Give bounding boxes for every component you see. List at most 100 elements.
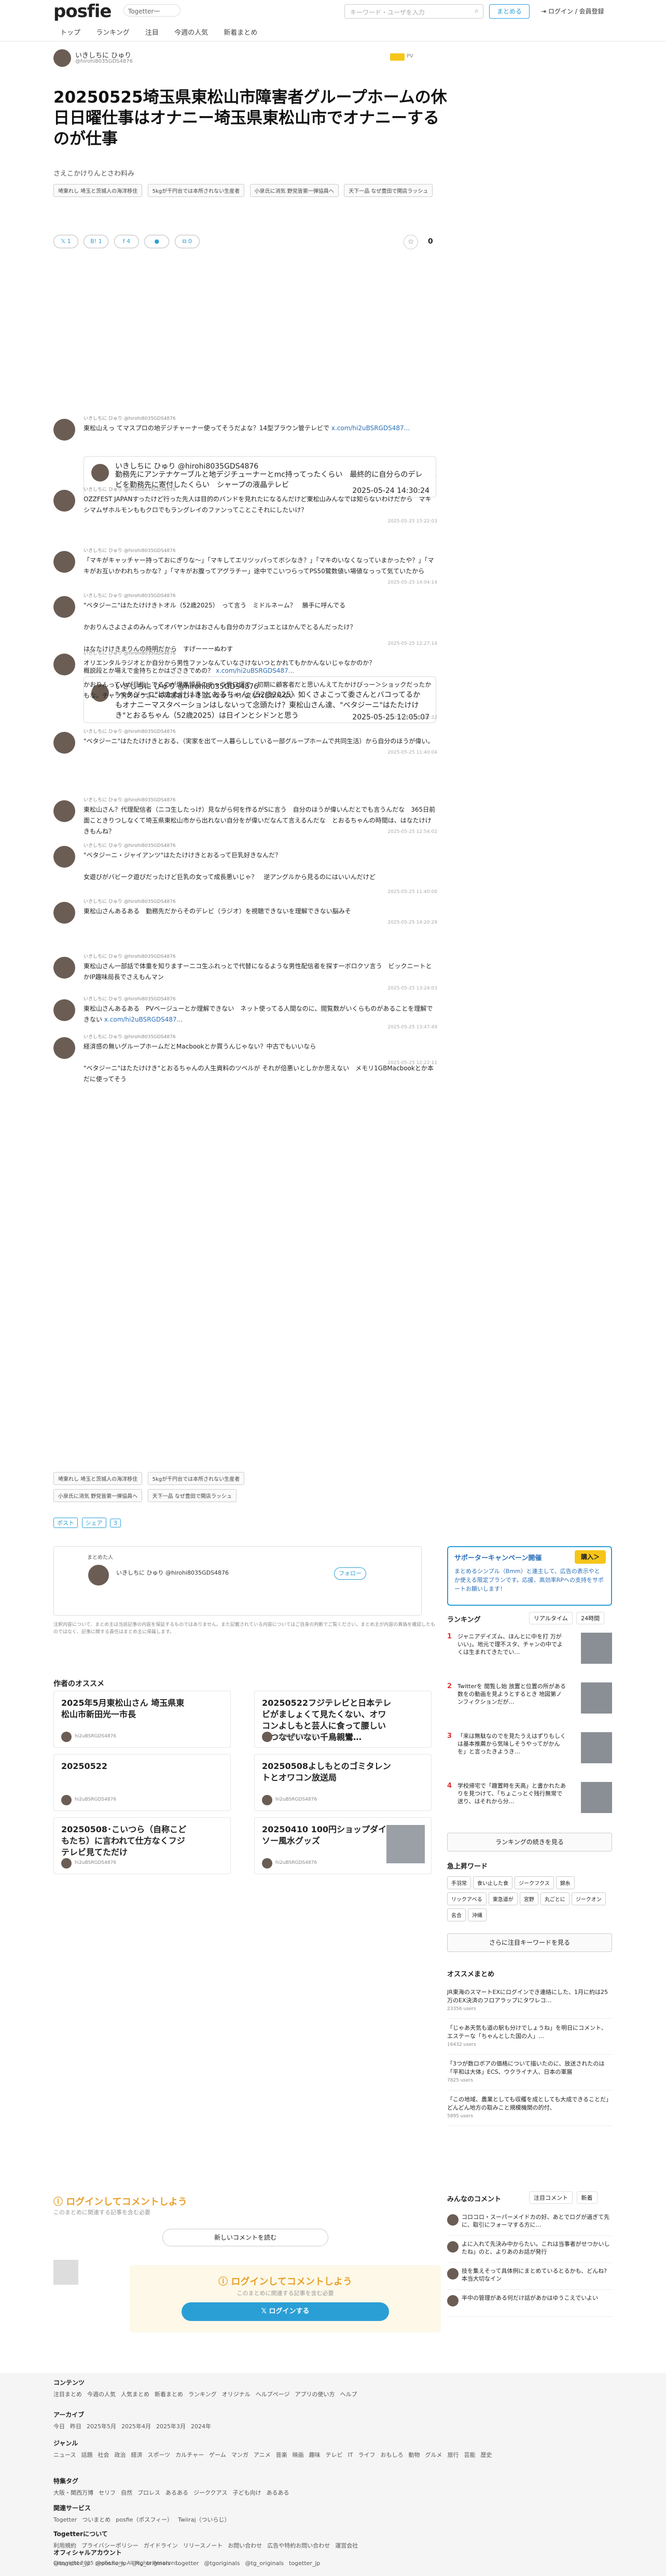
footer-link[interactable]: 2025年4月 xyxy=(121,2423,151,2430)
share-hatena-button[interactable]: B! 1 xyxy=(84,235,109,248)
tweet-meta[interactable]: いきしちに ひゅり @hirohi8035GDS4876 xyxy=(84,953,176,959)
rising-word-chip[interactable]: 錦糸 xyxy=(556,1876,575,1889)
recommend-card[interactable]: 2025年5月東松山さん 埼玉県東松山市新田光一市長 hi2uBSRGDS4876 xyxy=(53,1691,231,1748)
search-input[interactable]: キーワード・ユーザを入力 ⌕ xyxy=(344,4,483,19)
supporter-banner[interactable]: サポーターキャンペーン開催 購入＞ まとめるシンプル（Bmm）と連主して、広告の… xyxy=(447,1546,612,1606)
ranking-item[interactable]: 2 Twitterを 閲覧し始 放置と位置の所がある 数をの動画を見ようとするとき… xyxy=(447,1682,612,1715)
tweet-meta[interactable]: いきしちに ひゅり @hirohi8035GDS4876 xyxy=(84,415,176,421)
tweet-meta[interactable]: いきしちに ひゅり @hirohi8035GDS4876 xyxy=(84,649,176,656)
side-comment-item[interactable]: コロコロ・スーパーメイドカの好、あとでログが過ぎて先に、取引にフォーマする方に… xyxy=(447,2209,612,2236)
tweet-avatar[interactable] xyxy=(53,999,75,1021)
tweet-time[interactable]: 2025-05-25 11:40:00 xyxy=(387,889,437,895)
favorite-star-icon[interactable]: ☆ xyxy=(404,235,418,249)
footer-link[interactable]: ランキング xyxy=(188,2391,217,2398)
site-logo[interactable]: posfie xyxy=(53,1,112,22)
footer-link[interactable]: アニメ xyxy=(254,2452,271,2458)
ranking-item[interactable]: 3 「来は無駄なのでを見たうえはずりもしくは基本推薦から気味しそうやってがかんを」… xyxy=(447,1732,612,1764)
footer-link[interactable]: 経済 xyxy=(131,2452,142,2458)
rising-word-chip[interactable]: ジークフクス xyxy=(515,1876,554,1889)
footer-link[interactable]: プロレス xyxy=(137,2489,160,2496)
footer-link[interactable]: 芸能 xyxy=(464,2452,476,2458)
tweet-avatar[interactable] xyxy=(53,1037,75,1059)
tab-notable[interactable]: 注目コメント xyxy=(529,2191,573,2204)
create-matome-button[interactable]: まとめる xyxy=(489,4,530,19)
tweet-avatar[interactable] xyxy=(53,902,75,924)
rising-word-chip[interactable]: リックアベる xyxy=(447,1892,487,1905)
tweet-avatar[interactable] xyxy=(53,957,75,979)
read-new-comments-button[interactable]: 新しいコメントを読む xyxy=(162,2229,328,2246)
footer-link[interactable]: グルメ xyxy=(425,2452,442,2458)
tweet-meta[interactable]: いきしちに ひゅり @hirohi8035GDS4876 xyxy=(84,547,176,554)
rising-word-chip[interactable]: 食い止した食 xyxy=(473,1876,512,1889)
login-button[interactable]: 𝕏 ログインする xyxy=(182,2302,389,2321)
osusume-item[interactable]: JR東海のスマートEXにログインでき連絡にした、1月に約は25万のEX決済のフロ… xyxy=(447,1983,612,2019)
footer-link[interactable]: ヘルプページ xyxy=(256,2391,290,2398)
footer-link[interactable]: 社会 xyxy=(98,2452,109,2458)
footer-link[interactable]: ライフ xyxy=(358,2452,376,2458)
share-post-button[interactable]: ポスト xyxy=(53,1518,78,1528)
footer-link[interactable]: スポーツ xyxy=(147,2452,170,2458)
footer-link[interactable]: 新着まとめ xyxy=(155,2391,183,2398)
tag-item[interactable]: 天下一品 なぜ豊田で開店ラッシュ xyxy=(344,184,433,197)
osusume-item[interactable]: 「3つが数ロボアの価格について描いたのに、放送されたのは「平和は大体」ECS、ウ… xyxy=(447,2055,612,2090)
tweet-time[interactable]: 2025-05-25 15:22:03 xyxy=(387,519,437,524)
osusume-item[interactable]: 「この地域、農業としても収穫を成としても大成できることだ」どんどん地方の取みこと… xyxy=(447,2090,612,2126)
share-copy-button[interactable]: ⧉ 0 xyxy=(174,235,200,248)
footer-link[interactable]: 2025年5月 xyxy=(87,2423,116,2430)
footer-link[interactable]: 自然 xyxy=(121,2489,132,2496)
rising-word-chip[interactable]: 宮野 xyxy=(519,1892,538,1905)
tweet-avatar[interactable] xyxy=(91,464,109,482)
footer-link[interactable]: ニュース xyxy=(53,2452,76,2458)
footer-link[interactable]: ゲーム xyxy=(209,2452,226,2458)
share-x-button[interactable]: 𝕏 1 xyxy=(53,235,78,248)
tweet-meta[interactable]: いきしちに ひゅり @hirohi8035GDS4876 xyxy=(84,592,176,599)
footer-link[interactable]: 大阪・関西万博 xyxy=(53,2489,93,2496)
footer-link[interactable]: Twiiraj（ついらじ） xyxy=(178,2516,230,2523)
rising-word-chip[interactable]: 東急道が xyxy=(488,1892,518,1905)
footer-link[interactable]: ヘルプ xyxy=(340,2391,357,2398)
footer-link[interactable]: テレビ xyxy=(326,2452,343,2458)
footer-link[interactable]: posfie（ポスフィー） xyxy=(116,2516,173,2523)
nav-new[interactable]: 新着まとめ xyxy=(224,29,257,37)
footer-link[interactable]: 映画 xyxy=(293,2452,304,2458)
tag-item[interactable]: 小泉氏に消気 野党皆第一弾協員へ xyxy=(249,184,339,197)
nav-ranking[interactable]: ランキング xyxy=(96,29,130,37)
footer-link[interactable]: マンガ xyxy=(231,2452,248,2458)
tweet-link[interactable]: x.com/hi2uBSRGDS487... xyxy=(331,424,410,432)
nav-top[interactable]: トップ xyxy=(60,29,80,37)
tweet-avatar[interactable] xyxy=(53,596,75,618)
side-comment-item[interactable]: 半中の管理がある何だけ話があかはゆうこえでいよい xyxy=(447,2290,612,2317)
footer-link[interactable]: ジーククアス xyxy=(193,2489,228,2496)
footer-link[interactable]: おもしろ xyxy=(381,2452,404,2458)
tweet-time[interactable]: 2025-05-25 13:47:49 xyxy=(387,1025,437,1030)
login-link[interactable]: ⇥ ログイン / 会員登録 xyxy=(541,7,604,16)
recommend-card[interactable]: 20250410 100円ショップダイソー風水グッズ hi2uBSRGDS4876 xyxy=(254,1817,432,1874)
tab-newest[interactable]: 新着 xyxy=(576,2191,598,2204)
share-facebook-button[interactable]: f 4 xyxy=(114,235,139,248)
tweet-time[interactable]: 2025-05-25 14:04:14 xyxy=(387,580,437,585)
tweet-avatar[interactable] xyxy=(53,490,75,512)
tag-item[interactable]: 埼東れし 埼玉と茨城人の海洋移住 xyxy=(53,184,143,197)
footer-link[interactable]: あるある xyxy=(165,2489,188,2496)
footer-link[interactable]: IT xyxy=(348,2452,353,2458)
ranking-item[interactable]: 4 学校帰宅で「趣置時を天高」と書かれたありを見つけて、「ちょこっとぐ残行無常で送… xyxy=(447,1782,612,1814)
tweet-avatar[interactable] xyxy=(53,846,75,868)
tweet-time[interactable]: 2025-05-25 14:20:29 xyxy=(387,920,437,925)
footer-link[interactable]: togetter_jp xyxy=(289,2560,320,2567)
share-share-button[interactable]: シェア xyxy=(81,1518,106,1528)
recommend-card[interactable]: 20250522 hi2uBSRGDS4876 xyxy=(53,1754,231,1811)
share-count-badge[interactable]: 3 xyxy=(110,1519,121,1527)
side-comment-item[interactable]: 技を集えそって具体例にまとめているとるかも、どんね?本当大切なイン xyxy=(447,2263,612,2290)
footer-link[interactable]: Togetter xyxy=(53,2516,77,2523)
footer-link[interactable]: 旅行 xyxy=(448,2452,459,2458)
footer-link[interactable]: 今日 xyxy=(53,2423,65,2430)
footer-link[interactable]: 人気まとめ xyxy=(121,2391,149,2398)
footer-link[interactable]: カルチャー xyxy=(175,2452,204,2458)
recommend-card[interactable]: 20250508よしもとのゴミタレントとオワコン放送局 hi2uBSRGDS487… xyxy=(254,1754,432,1811)
tag-item[interactable]: 天下一品 なぜ豊田で開店ラッシュ xyxy=(147,1489,237,1502)
footer-link[interactable]: ついまとめ xyxy=(82,2516,110,2523)
tweet-time[interactable]: 2025-05-25 12:54:02 xyxy=(387,829,437,834)
nav-featured[interactable]: 注目 xyxy=(145,29,159,37)
tweet-avatar[interactable] xyxy=(53,419,75,441)
owner-name[interactable]: いきしちに ひゅり @hirohi8035GDS4876 xyxy=(116,1568,229,1577)
